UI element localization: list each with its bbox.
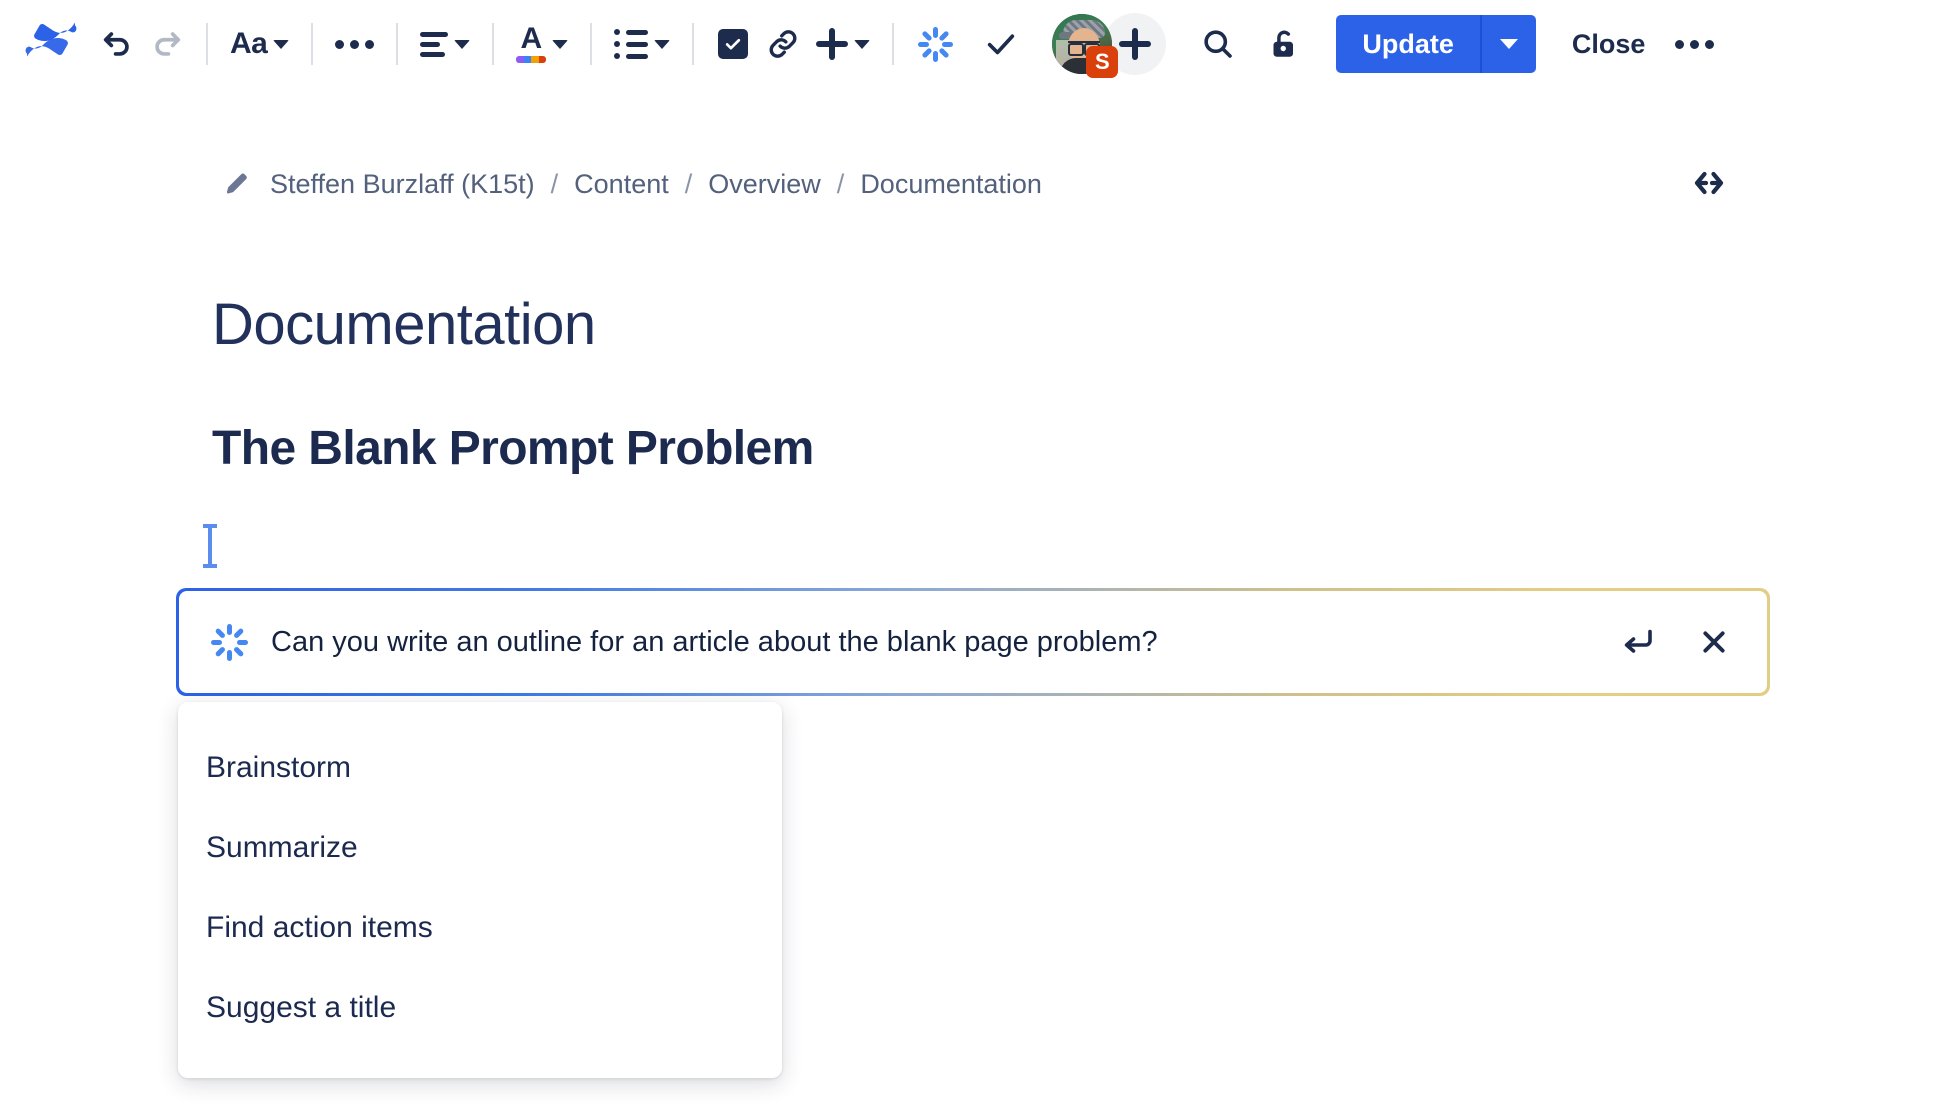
chevron-down-icon (854, 39, 871, 49)
text-cursor (203, 524, 217, 568)
breadcrumb-separator: / (684, 168, 693, 199)
chevron-down-icon (552, 39, 569, 49)
link-button[interactable] (758, 17, 808, 71)
resolve-button[interactable] (976, 17, 1026, 71)
avatar-status-badge: S (1086, 46, 1119, 78)
toolbar-divider (396, 23, 399, 65)
menu-item-find-action-items[interactable]: Find action items (178, 888, 782, 968)
text-color-icon: A (516, 24, 547, 63)
undo-button[interactable] (92, 17, 142, 71)
text-style-dropdown[interactable]: Aa (222, 17, 297, 71)
text-align-dropdown[interactable] (412, 17, 478, 71)
search-icon (1204, 30, 1233, 58)
breadcrumb-separator: / (836, 168, 845, 199)
menu-item-summarize[interactable]: Summarize (178, 808, 782, 888)
plus-icon (1119, 28, 1152, 60)
align-left-icon (420, 31, 449, 57)
chevron-down-icon (273, 39, 290, 49)
enter-return-icon (1624, 629, 1652, 653)
unlock-icon (1273, 30, 1294, 57)
menu-item-suggest-a-title[interactable]: Suggest a title (178, 968, 782, 1048)
toolbar-divider (206, 23, 208, 65)
toolbar-divider (311, 23, 314, 65)
checkbox-icon (718, 29, 749, 59)
toolbar-divider (892, 23, 895, 65)
menu-item-brainstorm[interactable]: Brainstorm (178, 728, 782, 808)
text-style-label: Aa (230, 27, 268, 60)
chevron-down-icon (454, 39, 471, 49)
plus-icon (816, 28, 849, 60)
ai-sparkle-icon (209, 622, 249, 662)
page-title[interactable]: Documentation (212, 292, 1812, 359)
bullet-list-icon (614, 29, 649, 59)
redo-button[interactable] (142, 17, 192, 71)
ai-prompt-submit-button[interactable] (1611, 615, 1665, 669)
toolbar-divider (692, 23, 695, 65)
ai-suggestions-menu: Brainstorm Summarize Find action items S… (178, 702, 782, 1078)
breadcrumb: Steffen Burzlaff (K15t) / Content / Over… (0, 158, 1942, 210)
pencil-icon (226, 173, 247, 194)
ellipsis-icon (1675, 39, 1715, 49)
expand-width-icon[interactable] (1688, 166, 1730, 200)
more-formatting-button[interactable] (327, 17, 382, 71)
breadcrumb-item-space[interactable]: Steffen Burzlaff (K15t) (270, 169, 535, 200)
toolbar-divider (590, 23, 593, 65)
more-actions-button[interactable] (1667, 17, 1722, 71)
ellipsis-icon (335, 39, 375, 49)
section-heading[interactable]: The Blank Prompt Problem (212, 421, 1812, 476)
insert-dropdown[interactable] (808, 17, 878, 71)
ai-prompt-bar: Can you write an outline for an article … (176, 588, 1770, 696)
update-button[interactable]: Update (1336, 15, 1480, 73)
ai-prompt-input[interactable]: Can you write an outline for an article … (271, 626, 1589, 659)
ai-prompt-close-button[interactable] (1687, 615, 1741, 669)
chevron-down-icon (654, 39, 671, 49)
update-button-group: Update (1336, 15, 1536, 73)
avatar[interactable]: S (1052, 14, 1119, 78)
ai-sparkle-icon (916, 25, 954, 63)
close-button[interactable]: Close (1550, 15, 1668, 73)
text-color-dropdown[interactable]: A (508, 17, 576, 71)
breadcrumb-item-content[interactable]: Content (574, 169, 669, 200)
breadcrumb-item-overview[interactable]: Overview (708, 169, 821, 200)
toolbar-divider (492, 23, 495, 65)
update-options-button[interactable] (1479, 15, 1536, 73)
restrictions-button[interactable] (1258, 17, 1310, 71)
breadcrumb-separator: / (550, 168, 559, 199)
close-icon (1703, 631, 1725, 653)
confluence-logo[interactable] (20, 13, 82, 75)
atlassian-intelligence-button[interactable] (908, 17, 962, 71)
action-item-button[interactable] (708, 17, 758, 71)
list-dropdown[interactable] (606, 17, 678, 71)
chevron-down-icon (1499, 39, 1518, 49)
editor-toolbar: Aa A S Update Close (0, 0, 1942, 88)
search-button[interactable] (1192, 17, 1244, 71)
check-icon (988, 34, 1015, 55)
document-body: Documentation The Blank Prompt Problem (203, 292, 1812, 568)
breadcrumb-item-documentation[interactable]: Documentation (860, 169, 1042, 200)
